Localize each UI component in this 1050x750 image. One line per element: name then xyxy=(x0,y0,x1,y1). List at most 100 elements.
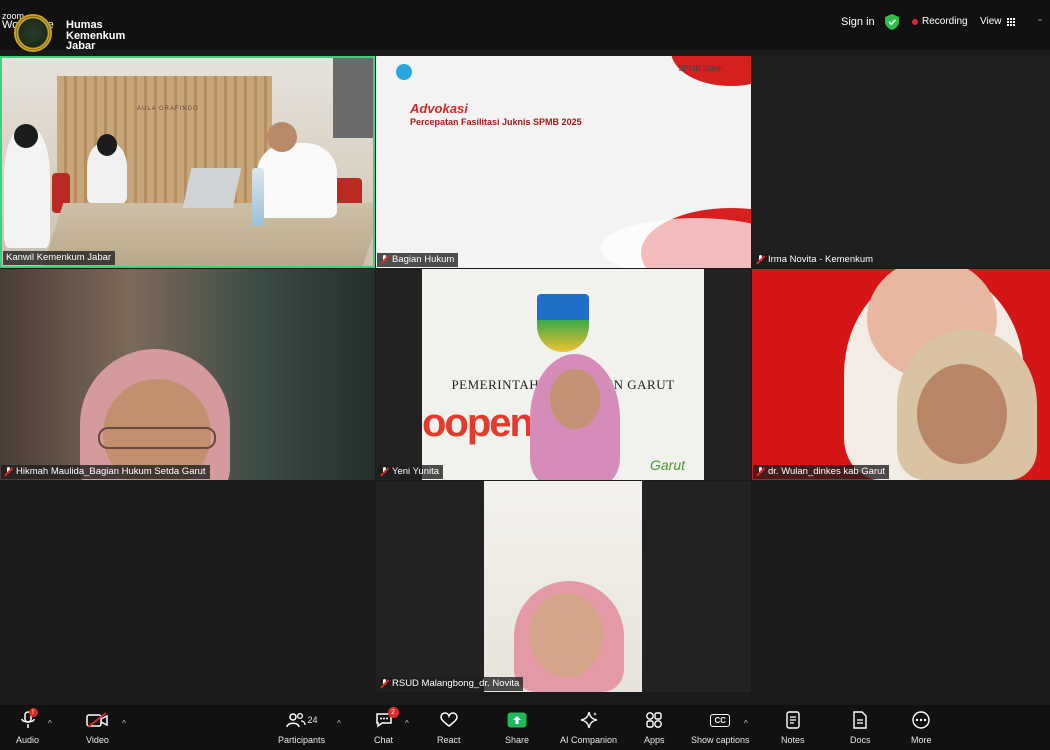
recording-label: Recording xyxy=(922,16,968,27)
react-button[interactable]: React xyxy=(437,711,461,745)
cc-glyph: CC xyxy=(710,713,731,727)
heart-icon xyxy=(439,711,458,729)
audio-options-chevron-icon[interactable]: ^ xyxy=(48,719,52,728)
grid-icon xyxy=(1006,17,1015,26)
slide-decoration xyxy=(601,218,751,268)
laptop xyxy=(182,168,242,208)
water-bottle xyxy=(252,168,264,226)
mic-muted-icon xyxy=(380,679,389,688)
video-tile-hikmah-maulida[interactable]: Hikmah Maulida_Bagian Hukum Setda Garut xyxy=(0,269,375,480)
glasses xyxy=(98,427,216,449)
notes-button[interactable]: Notes xyxy=(781,711,805,745)
spmb-logo: SPMB Jabar xyxy=(678,64,723,73)
participant-name: dr. Wulan_dinkes kab Garut xyxy=(768,466,886,477)
kemenkum-logo xyxy=(14,14,52,52)
participant-name-label: Bagian Hukum xyxy=(377,253,459,267)
closed-captions-icon: CC xyxy=(710,711,731,729)
tut-wuri-logo-icon xyxy=(396,64,412,80)
docs-label: Docs xyxy=(850,735,871,745)
chat-options-chevron-icon[interactable]: ^ xyxy=(405,719,409,728)
notes-label: Notes xyxy=(781,735,805,745)
meeting-toolbar: ! Audio ^ Video ^ 24 Participants ^ 2 Ch… xyxy=(0,705,1050,750)
slide-title: Advokasi xyxy=(410,101,468,116)
video-tile-yeni-yunita[interactable]: PEMERINTAH KABUPATEN GARUT oopendo Garut… xyxy=(376,269,751,480)
video-tile-rsud-malangbong[interactable]: RSUD Malangbong_dr. Novita xyxy=(376,481,751,692)
participant-name-label: RSUD Malangbong_dr. Novita xyxy=(377,677,524,691)
video-off-icon xyxy=(86,711,109,729)
more-ellipsis-icon xyxy=(912,711,930,729)
video-tile-kanwil[interactable]: AULA GRAFINDO Kanwil Kemenkum Jabar xyxy=(0,56,375,268)
participant-head xyxy=(14,124,38,148)
chat-icon: 2 xyxy=(375,707,399,729)
participant-head xyxy=(97,134,117,156)
audio-label: Audio xyxy=(16,735,40,745)
participant-face xyxy=(917,364,1007,464)
participant-name-label: Kanwil Kemenkum Jabar xyxy=(3,251,116,265)
sparkle-icon xyxy=(580,711,598,729)
participant-figure xyxy=(257,143,337,218)
audio-button[interactable]: ! Audio xyxy=(16,708,40,745)
audio-alert-icon: ! xyxy=(28,708,38,717)
more-button[interactable]: More xyxy=(911,711,932,745)
wall-frame xyxy=(333,58,373,138)
recording-dot-icon xyxy=(912,18,918,25)
mic-muted-icon xyxy=(4,467,13,476)
participants-options-chevron-icon[interactable]: ^ xyxy=(337,719,341,728)
chat-label: Chat xyxy=(374,735,394,745)
captions-options-chevron-icon[interactable]: ^ xyxy=(744,719,748,728)
share-screen-icon xyxy=(507,711,527,729)
participant-name: RSUD Malangbong_dr. Novita xyxy=(392,678,520,689)
org-line-1: Humas xyxy=(66,19,103,31)
participant-name: Kanwil Kemenkum Jabar xyxy=(6,252,112,263)
participant-name-label: Hikmah Maulida_Bagian Hukum Setda Garut xyxy=(1,465,210,479)
participant-name: Hikmah Maulida_Bagian Hukum Setda Garut xyxy=(16,466,206,477)
recording-indicator[interactable]: Recording xyxy=(912,16,968,27)
video-options-chevron-icon[interactable]: ^ xyxy=(122,719,126,728)
org-line-3: Jabar xyxy=(66,40,96,52)
org-name: Humas Kemenkum Jabar xyxy=(66,20,125,52)
meeting-top-bar: zoom Workplace Humas Kemenkum Jabar Sign… xyxy=(0,0,1050,52)
sign-in-button[interactable]: Sign in xyxy=(841,16,875,28)
video-button[interactable]: Video xyxy=(86,711,109,745)
participant-name-label: Irma Novita - Kemenkum xyxy=(753,253,878,267)
share-label: Share xyxy=(505,735,530,745)
show-captions-button[interactable]: CC Show captions xyxy=(691,711,750,745)
mic-muted-icon xyxy=(380,255,389,264)
apps-button[interactable]: Apps xyxy=(644,711,665,745)
docs-icon xyxy=(853,711,867,729)
participant-name: Bagian Hukum xyxy=(392,254,455,265)
participants-button[interactable]: 24 Participants xyxy=(278,711,325,745)
share-button[interactable]: Share xyxy=(505,711,529,745)
video-frame xyxy=(484,481,642,692)
backdrop-script: Garut xyxy=(650,457,686,473)
view-label: View xyxy=(980,16,1002,27)
video-tile-irma-novita[interactable]: Irma Novita - Kemenkum xyxy=(752,56,1050,268)
participant-name: Yeni Yunita xyxy=(392,466,440,477)
participants-icon: 24 xyxy=(285,711,318,729)
chat-button[interactable]: 2 Chat xyxy=(374,707,399,745)
video-label: Video xyxy=(86,735,109,745)
apps-icon xyxy=(645,711,663,729)
react-label: React xyxy=(437,735,461,745)
mic-muted-icon xyxy=(756,255,765,264)
participant-face xyxy=(529,593,603,677)
ai-companion-button[interactable]: AI Companion xyxy=(560,711,617,745)
participants-count: 24 xyxy=(307,715,318,725)
participant-face xyxy=(550,369,600,429)
video-frame: PEMERINTAH KABUPATEN GARUT oopendo Garut xyxy=(422,269,704,480)
notes-icon xyxy=(786,711,800,729)
mic-muted-icon xyxy=(380,467,389,476)
participant-name-label: dr. Wulan_dinkes kab Garut xyxy=(753,465,890,479)
participant-name: Irma Novita - Kemenkum xyxy=(768,254,874,265)
encryption-shield-icon[interactable] xyxy=(885,14,899,35)
show-captions-label: Show captions xyxy=(691,735,750,745)
docs-button[interactable]: Docs xyxy=(850,711,871,745)
mic-muted-icon xyxy=(756,467,765,476)
video-tile-bagian-hukum[interactable]: SPMB Jabar Advokasi Percepatan Fasilitas… xyxy=(376,56,751,268)
view-button[interactable]: View xyxy=(980,16,1015,27)
video-tile-dr-wulan[interactable]: dr. Wulan_dinkes kab Garut xyxy=(752,269,1050,480)
minimize-button[interactable]: - xyxy=(1038,12,1042,26)
microphone-icon: ! xyxy=(20,708,38,729)
more-label: More xyxy=(911,735,932,745)
ai-companion-label: AI Companion xyxy=(560,735,618,745)
